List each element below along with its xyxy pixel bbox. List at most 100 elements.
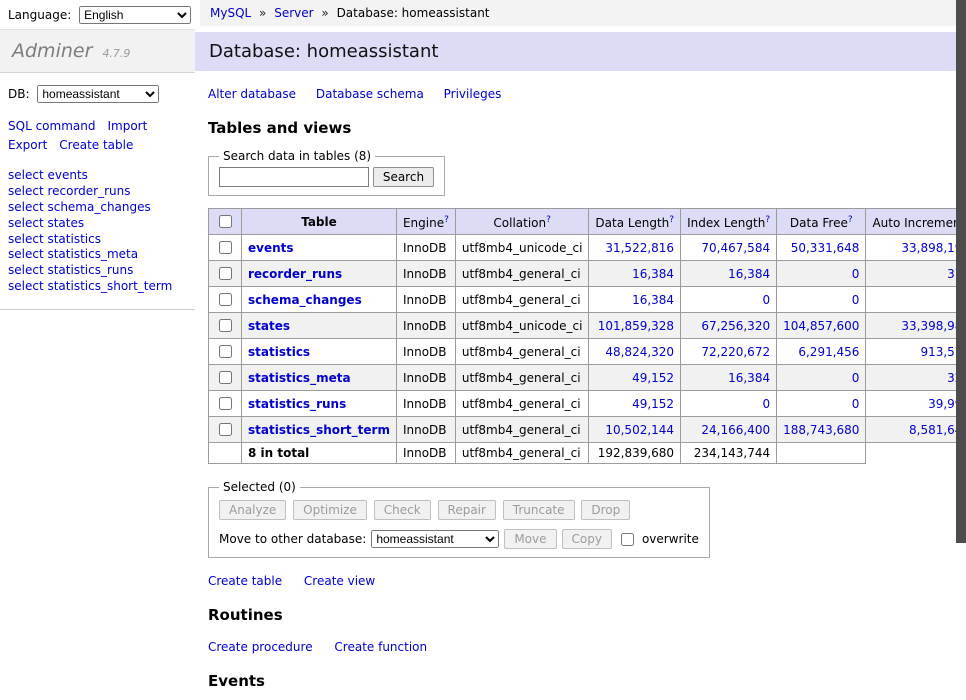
move-db-select[interactable]: homeassistant [371, 530, 499, 548]
table-name-link[interactable]: schema_changes [248, 293, 362, 307]
check-all-checkbox[interactable] [219, 215, 232, 228]
create-procedure-link[interactable]: Create procedure [208, 640, 313, 654]
table-name-link[interactable]: recorder_runs [248, 267, 342, 281]
index-length-link[interactable]: 16,384 [728, 371, 770, 385]
collation-help-link[interactable]: ? [546, 215, 551, 225]
data-length-link[interactable]: 16,384 [632, 267, 674, 281]
data-free-cell: 0 [777, 365, 866, 391]
table-head: Table Engine? Collation? Data Length? In… [209, 209, 966, 235]
index-length-link[interactable]: 67,256,320 [701, 319, 770, 333]
table-name-cell: statistics_short_term [242, 417, 397, 443]
sidebar-table-link-statistics-short-term[interactable]: select statistics_short_term [8, 279, 187, 295]
help-sup: ? [669, 214, 674, 225]
sidebar-table-list: select events select recorder_runs selec… [0, 168, 195, 310]
row-checkbox[interactable] [219, 241, 232, 254]
export-link[interactable]: Export [8, 138, 47, 152]
optimize-button[interactable]: Optimize [293, 500, 367, 520]
row-checkbox[interactable] [219, 319, 232, 332]
check-button[interactable]: Check [374, 500, 431, 520]
create-view-link[interactable]: Create view [304, 574, 375, 588]
data-free-link[interactable]: 0 [852, 371, 860, 385]
index-length-link[interactable]: 24,166,400 [701, 423, 770, 437]
db-select[interactable]: homeassistant [37, 85, 159, 103]
sidebar-table-link-recorder-runs[interactable]: select recorder_runs [8, 184, 187, 200]
language-label: Language: [8, 8, 71, 22]
data-length-link[interactable]: 101,859,328 [598, 319, 674, 333]
data-length-help-link[interactable]: ? [669, 215, 674, 225]
header-data-length-label: Data Length [595, 216, 669, 230]
index-length-help-link[interactable]: ? [765, 215, 770, 225]
row-checkbox[interactable] [219, 371, 232, 384]
table-name-link[interactable]: statistics [248, 345, 310, 359]
data-length-link[interactable]: 31,522,816 [605, 241, 674, 255]
data-free-link[interactable]: 6,291,456 [798, 345, 859, 359]
tables-and-views-heading: Tables and views [208, 119, 966, 137]
checkbox-cell [209, 391, 242, 417]
index-length-link[interactable]: 16,384 [728, 267, 770, 281]
index-length-link[interactable]: 70,467,584 [701, 241, 770, 255]
sidebar-table-link-statistics-runs[interactable]: select statistics_runs [8, 263, 187, 279]
sidebar-table-link-states[interactable]: select states [8, 216, 187, 232]
engine-cell: InnoDB [396, 417, 455, 443]
search-input[interactable] [219, 167, 369, 187]
import-link[interactable]: Import [107, 119, 147, 133]
data-free-link[interactable]: 104,857,600 [783, 319, 859, 333]
sidebar-table-link-statistics-meta[interactable]: select statistics_meta [8, 247, 187, 263]
table-name-link[interactable]: statistics_short_term [248, 423, 390, 437]
data-free-link[interactable]: 0 [852, 293, 860, 307]
data-length-link[interactable]: 10,502,144 [605, 423, 674, 437]
table-name-cell: states [242, 313, 397, 339]
index-length-link[interactable]: 0 [762, 293, 770, 307]
data-free-link[interactable]: 0 [852, 267, 860, 281]
breadcrumb-server-link[interactable]: Server [274, 6, 313, 20]
total-label-cell: 8 in total [242, 443, 397, 464]
create-function-link[interactable]: Create function [334, 640, 427, 654]
table-name-link[interactable]: statistics_meta [248, 371, 351, 385]
sidebar-table-link-schema-changes[interactable]: select schema_changes [8, 200, 187, 216]
privileges-link[interactable]: Privileges [444, 87, 502, 101]
alter-database-link[interactable]: Alter database [208, 87, 296, 101]
create-table-link-sidebar[interactable]: Create table [59, 138, 133, 152]
index-length-link[interactable]: 72,220,672 [701, 345, 770, 359]
data-free-link[interactable]: 50,331,648 [791, 241, 860, 255]
drop-button[interactable]: Drop [581, 500, 630, 520]
language-select[interactable]: English [79, 6, 191, 24]
table-name-link[interactable]: states [248, 319, 290, 333]
data-free-link[interactable]: 0 [852, 397, 860, 411]
row-checkbox[interactable] [219, 397, 232, 410]
copy-button[interactable]: Copy [562, 529, 612, 549]
data-free-help-link[interactable]: ? [848, 215, 853, 225]
row-checkbox[interactable] [219, 267, 232, 280]
sidebar-table-link-statistics[interactable]: select statistics [8, 232, 187, 248]
collation-cell: utf8mb4_general_ci [455, 339, 589, 365]
engine-help-link[interactable]: ? [444, 215, 449, 225]
scrollbar-thumb[interactable] [956, 0, 966, 543]
database-schema-link[interactable]: Database schema [316, 87, 424, 101]
footer-collation-cell: utf8mb4_general_ci [455, 443, 589, 464]
sidebar-table-link-events[interactable]: select events [8, 168, 187, 184]
data-length-link[interactable]: 48,824,320 [605, 345, 674, 359]
repair-button[interactable]: Repair [438, 500, 496, 520]
index-length-link[interactable]: 0 [762, 397, 770, 411]
sql-command-link[interactable]: SQL command [8, 119, 95, 133]
row-checkbox[interactable] [219, 423, 232, 436]
table-name-link[interactable]: statistics_runs [248, 397, 346, 411]
data-length-link[interactable]: 49,152 [632, 397, 674, 411]
index-length-cell: 67,256,320 [681, 313, 777, 339]
data-length-link[interactable]: 49,152 [632, 371, 674, 385]
truncate-button[interactable]: Truncate [503, 500, 575, 520]
row-checkbox[interactable] [219, 345, 232, 358]
analyze-button[interactable]: Analyze [219, 500, 286, 520]
search-button[interactable]: Search [373, 167, 434, 187]
table-name-cell: recorder_runs [242, 261, 397, 287]
vertical-scrollbar[interactable] [956, 0, 966, 543]
breadcrumb-mysql-link[interactable]: MySQL [210, 6, 251, 20]
overwrite-checkbox[interactable] [621, 533, 634, 546]
move-button[interactable]: Move [504, 529, 556, 549]
row-checkbox[interactable] [219, 293, 232, 306]
data-free-link[interactable]: 188,743,680 [783, 423, 859, 437]
auto-increment-cell: 6 [866, 287, 966, 313]
data-length-link[interactable]: 16,384 [632, 293, 674, 307]
table-name-link[interactable]: events [248, 241, 294, 255]
create-table-link[interactable]: Create table [208, 574, 282, 588]
